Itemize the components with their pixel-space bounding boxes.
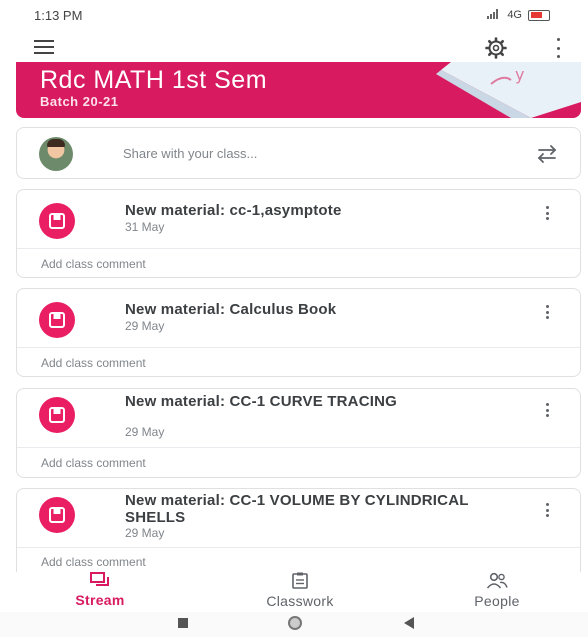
divider bbox=[17, 447, 580, 448]
post-more-icon[interactable] bbox=[546, 503, 550, 517]
menu-icon[interactable] bbox=[34, 40, 54, 54]
battery-icon bbox=[528, 9, 550, 21]
network-label: 4G bbox=[507, 9, 522, 21]
add-class-comment[interactable]: Add class comment bbox=[41, 257, 146, 271]
people-icon bbox=[486, 572, 508, 589]
stream-icon bbox=[90, 572, 109, 586]
svg-text:y: y bbox=[515, 65, 524, 84]
post-date: 31 May bbox=[125, 220, 165, 234]
stream-post[interactable]: New material: Calculus Book 29 May Add c… bbox=[16, 288, 581, 377]
more-options-icon[interactable] bbox=[554, 38, 562, 58]
post-more-icon[interactable] bbox=[546, 305, 550, 319]
class-title: Rdc MATH 1st Sem bbox=[40, 66, 268, 94]
post-date: 29 May bbox=[125, 319, 165, 333]
avatar bbox=[39, 137, 73, 171]
share-with-class-card[interactable]: Share with your class... bbox=[16, 127, 581, 179]
tab-stream[interactable]: Stream bbox=[30, 572, 170, 612]
share-input[interactable]: Share with your class... bbox=[123, 146, 257, 161]
system-navigation-bar bbox=[0, 612, 588, 637]
home-icon[interactable] bbox=[288, 616, 302, 630]
post-title: New material: cc-1,asymptote bbox=[125, 202, 342, 219]
tab-people[interactable]: People bbox=[427, 572, 567, 612]
tab-classwork-label: Classwork bbox=[266, 593, 334, 609]
post-date: 29 May bbox=[125, 425, 165, 439]
status-icons: 4G bbox=[487, 8, 550, 22]
tab-people-label: People bbox=[474, 593, 520, 609]
material-icon bbox=[39, 203, 75, 239]
app-bar bbox=[0, 34, 588, 62]
stream-post[interactable]: New material: CC-1 VOLUME BY CYLINDRICAL… bbox=[16, 488, 581, 572]
add-class-comment[interactable]: Add class comment bbox=[41, 456, 146, 470]
add-class-comment[interactable]: Add class comment bbox=[41, 356, 146, 370]
stream-post[interactable]: New material: cc-1,asymptote 31 May Add … bbox=[16, 189, 581, 278]
post-more-icon[interactable] bbox=[546, 206, 550, 220]
material-icon bbox=[39, 302, 75, 338]
divider bbox=[17, 248, 580, 249]
post-title: New material: Calculus Book bbox=[125, 301, 337, 318]
material-icon bbox=[39, 497, 75, 533]
divider bbox=[17, 347, 580, 348]
status-time: 1:13 PM bbox=[34, 7, 83, 23]
material-icon bbox=[39, 397, 75, 433]
post-title: New material: CC-1 CURVE TRACING bbox=[125, 393, 398, 410]
class-subtitle: Batch 20-21 bbox=[40, 94, 119, 109]
signal-icon bbox=[487, 8, 501, 22]
status-bar: 1:13 PM 4G bbox=[0, 0, 588, 30]
divider bbox=[17, 547, 580, 548]
tab-classwork[interactable]: Classwork bbox=[230, 572, 370, 612]
recent-apps-icon[interactable] bbox=[178, 618, 188, 628]
gear-icon[interactable] bbox=[484, 36, 508, 60]
post-more-icon[interactable] bbox=[546, 403, 550, 417]
class-banner[interactable]: y Rdc MATH 1st Sem Batch 20-21 bbox=[16, 62, 581, 118]
classwork-icon bbox=[292, 572, 308, 589]
repost-icon[interactable] bbox=[536, 144, 558, 164]
add-class-comment[interactable]: Add class comment bbox=[41, 555, 146, 569]
post-title: New material: CC-1 VOLUME BY CYLINDRICAL… bbox=[125, 492, 469, 526]
tab-stream-label: Stream bbox=[75, 592, 125, 608]
stream-post[interactable]: New material: CC-1 CURVE TRACING 29 May … bbox=[16, 388, 581, 478]
banner-illustration: y bbox=[436, 62, 581, 118]
post-date: 29 May bbox=[125, 526, 165, 540]
back-icon[interactable] bbox=[404, 617, 414, 629]
bottom-navigation: Stream Classwork People bbox=[0, 572, 588, 612]
